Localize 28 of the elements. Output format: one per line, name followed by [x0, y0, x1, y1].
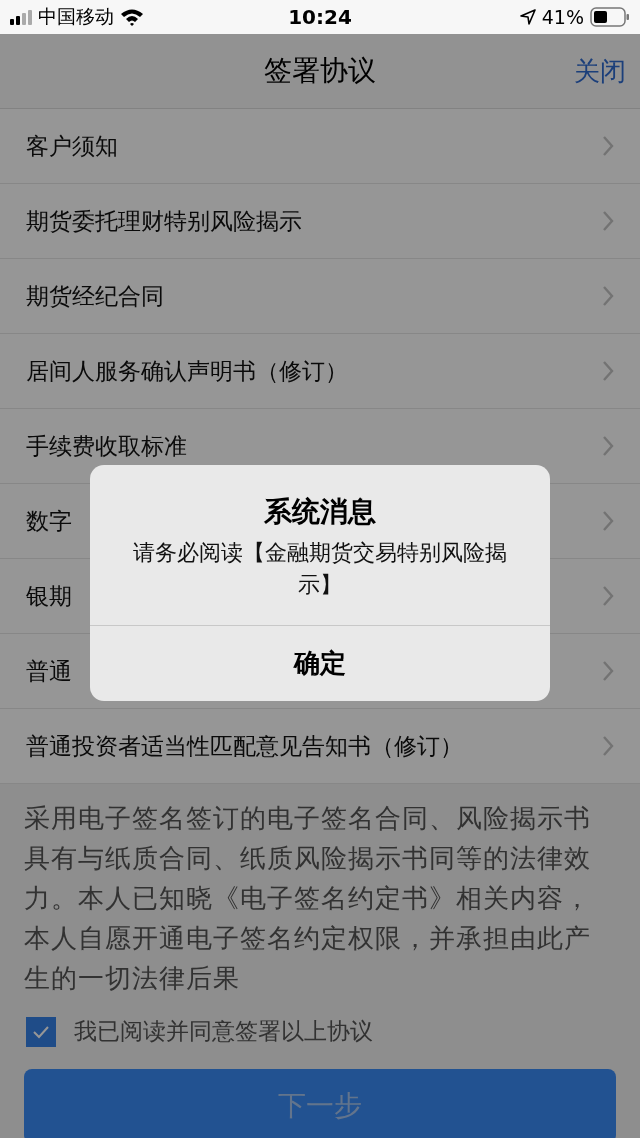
page-title: 签署协议: [264, 53, 376, 89]
agreement-item[interactable]: 普通投资者适当性匹配意见告知书（修订）: [0, 709, 640, 784]
agree-checkbox[interactable]: [26, 1016, 56, 1047]
chevron-icon: [602, 210, 614, 232]
dialog-title: 系统消息: [263, 494, 377, 530]
agreement-item[interactable]: 期货委托理财特别风险揭示: [0, 184, 640, 259]
chevron-icon: [602, 435, 614, 457]
chevron-icon: [602, 585, 614, 607]
chevron-icon: [602, 360, 614, 382]
status-time: 10:24: [288, 5, 352, 29]
chevron-icon: [602, 660, 614, 682]
agreement-item[interactable]: 居间人服务确认声明书（修订）: [0, 334, 640, 409]
chevron-icon: [602, 510, 614, 532]
confirm-button[interactable]: 确定: [90, 625, 550, 701]
chevron-icon: [602, 285, 614, 307]
agreement-item[interactable]: 客户须知: [0, 109, 640, 184]
notice-text: 采用电子签名签订的电子签名合同、风险揭示书具有与纸质合同、纸质风险揭示书同等的法律效力。本人已知晓《电子签名约定书》相关内容，本人自愿开通电子签名约定权限，并承担由此产生的一切法律后果: [24, 802, 592, 995]
location-arrow-icon: [519, 9, 536, 25]
dialog-message: 请务必阅读【金融期货交易特别风险揭示】: [132, 539, 508, 599]
agreement-item[interactable]: 期货经纪合同: [0, 259, 640, 334]
chevron-icon: [602, 135, 614, 157]
chevron-icon: [602, 735, 614, 757]
wifi-icon: [120, 8, 144, 26]
signal-icon: [10, 9, 32, 25]
battery-percent: 41%: [541, 6, 584, 28]
agree-label: 我已阅读并同意签署以上协议: [74, 1017, 373, 1046]
carrier-name: 中国移动: [38, 4, 114, 29]
battery-icon: [590, 7, 630, 27]
